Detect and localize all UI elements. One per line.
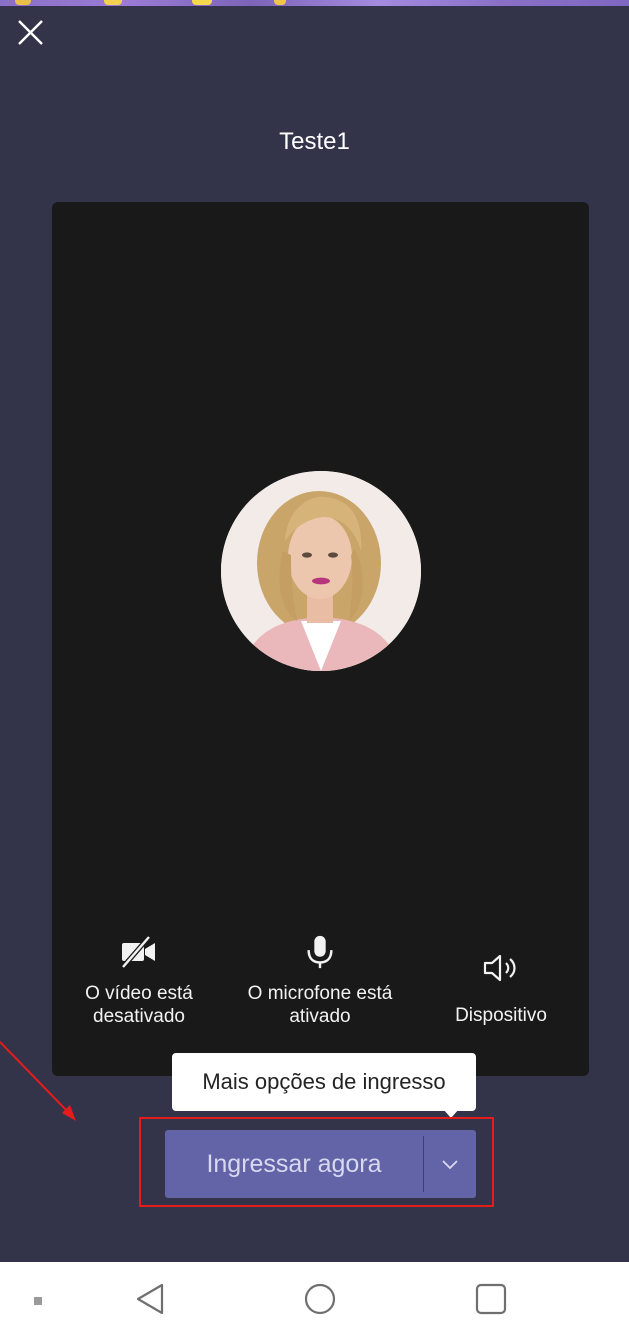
speaker-icon	[483, 954, 516, 982]
mic-status-line1: O microfone está	[247, 983, 393, 1004]
audio-device-button[interactable]: Dispositivo	[440, 934, 562, 1027]
nav-back-button[interactable]	[134, 1282, 166, 1321]
video-off-icon	[121, 935, 155, 969]
nav-recents-icon	[475, 1283, 507, 1315]
nav-menu-indicator	[34, 1297, 42, 1305]
chevron-down-icon	[442, 1160, 458, 1170]
join-now-button[interactable]: Ingressar agora	[165, 1130, 423, 1198]
microphone-icon	[307, 935, 333, 969]
android-nav-bar	[0, 1262, 629, 1337]
microphone-toggle[interactable]: O microfone está ativado	[232, 934, 408, 1028]
device-label: Dispositivo	[455, 1005, 547, 1026]
avatar	[221, 471, 421, 671]
join-options-button[interactable]	[424, 1130, 476, 1198]
nav-back-icon	[136, 1283, 164, 1315]
join-options-tooltip: Mais opções de ingresso	[172, 1053, 476, 1111]
mic-status-line2: ativado	[289, 1006, 351, 1027]
nav-recents-button[interactable]	[474, 1282, 508, 1321]
join-button-group: Ingressar agora	[165, 1130, 476, 1198]
nav-home-icon	[304, 1283, 336, 1315]
nav-home-button[interactable]	[303, 1282, 337, 1321]
annotation-arrow	[0, 1041, 76, 1121]
video-preview-panel: O vídeo está desativado O microfone está…	[52, 202, 589, 1076]
